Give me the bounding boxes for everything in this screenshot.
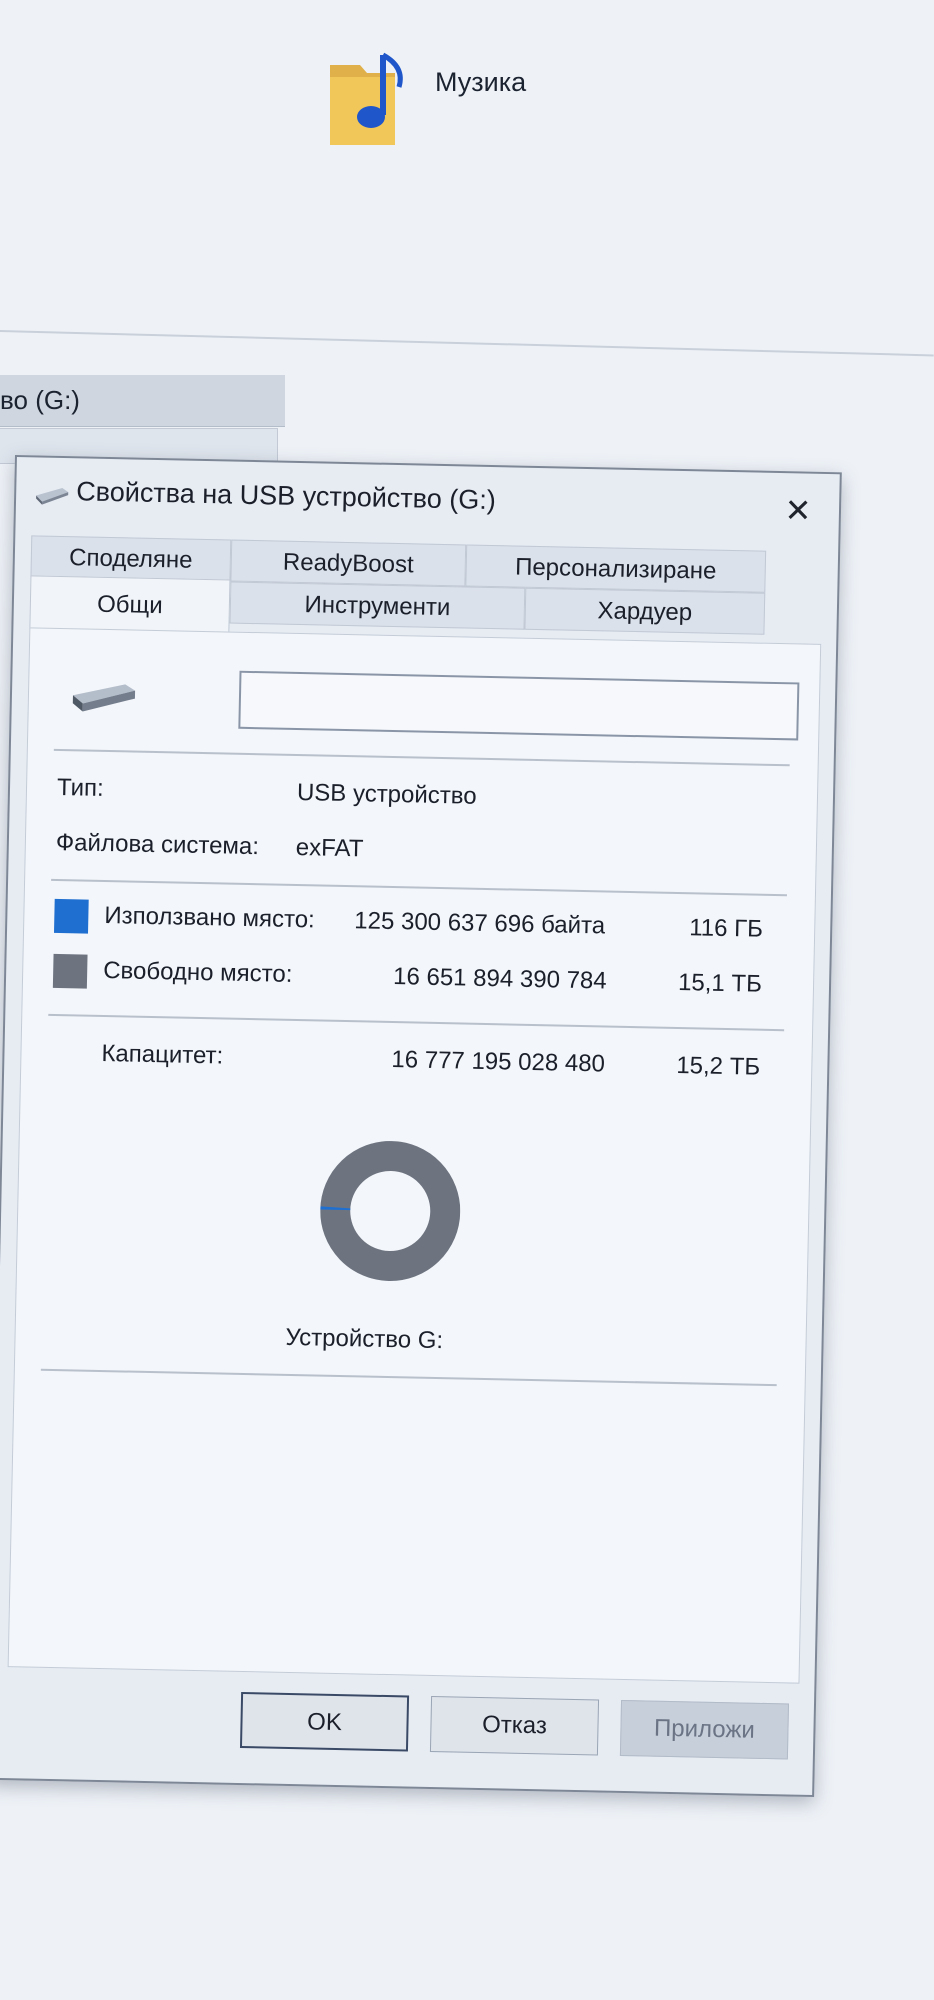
usb-drive-icon <box>36 487 69 505</box>
used-space-label: Използвано място: <box>104 901 316 934</box>
used-space-bytes: 125 300 637 696 байта <box>354 907 606 940</box>
explorer-divider <box>0 330 934 357</box>
separator-mid <box>51 878 787 897</box>
separator-top <box>53 748 790 767</box>
drive-icon <box>72 684 136 712</box>
close-button[interactable]: ✕ <box>775 487 822 534</box>
tab-general[interactable]: Общи <box>29 575 231 634</box>
music-folder-item[interactable]: Музика <box>325 45 585 155</box>
music-folder-icon <box>330 52 403 145</box>
free-space-swatch <box>52 953 88 989</box>
properties-dialog: Свойства на USB устройство (G:) ✕ Сподел… <box>0 455 842 1798</box>
capacity-size: 15,2 ТБ <box>676 1051 761 1081</box>
capacity-label: Капацитет: <box>101 1039 224 1070</box>
used-space-size: 116 ГБ <box>688 914 764 943</box>
capacity-bytes: 16 777 195 028 480 <box>391 1046 606 1078</box>
cancel-button[interactable]: Отказ <box>429 1695 600 1756</box>
separator-caption <box>40 1368 777 1387</box>
type-label: Тип: <box>56 773 105 802</box>
tab-customize[interactable]: Персонализиране <box>465 544 767 593</box>
free-space-label: Свободно място: <box>102 956 293 988</box>
used-space-swatch <box>53 898 89 934</box>
dialog-titlebar[interactable]: Свойства на USB устройство (G:) ✕ <box>15 457 839 544</box>
filesystem-value: exFAT <box>295 833 364 863</box>
tab-readyboost[interactable]: ReadyBoost <box>230 539 467 587</box>
volume-name-input[interactable] <box>238 670 800 741</box>
free-space-size: 15,1 ТБ <box>677 969 763 998</box>
tab-sharing[interactable]: Споделяне <box>30 535 232 582</box>
drive-g-header[interactable]: во (G:) <box>0 375 285 427</box>
type-value: USB устройство <box>296 778 477 810</box>
music-folder-label: Музика <box>435 67 527 97</box>
drive-caption: Устройство G: <box>285 1323 444 1355</box>
usage-donut-chart <box>320 1141 461 1282</box>
separator-bottom <box>48 1013 785 1032</box>
tab-hardware[interactable]: Хардуер <box>524 587 766 635</box>
apply-button[interactable]: Приложи <box>619 1699 790 1760</box>
drive-g-label: во (G:) <box>0 385 80 415</box>
free-space-bytes: 16 651 894 390 784 <box>392 963 607 995</box>
donut-free-segment <box>320 1141 461 1282</box>
ok-button[interactable]: OK <box>239 1692 410 1752</box>
general-tab-panel: Тип: USB устройство Файлова система: exF… <box>7 627 822 1684</box>
dialog-title: Свойства на USB устройство (G:) <box>75 476 497 516</box>
tab-tools[interactable]: Инструменти <box>229 581 526 630</box>
filesystem-label: Файлова система: <box>55 828 260 861</box>
